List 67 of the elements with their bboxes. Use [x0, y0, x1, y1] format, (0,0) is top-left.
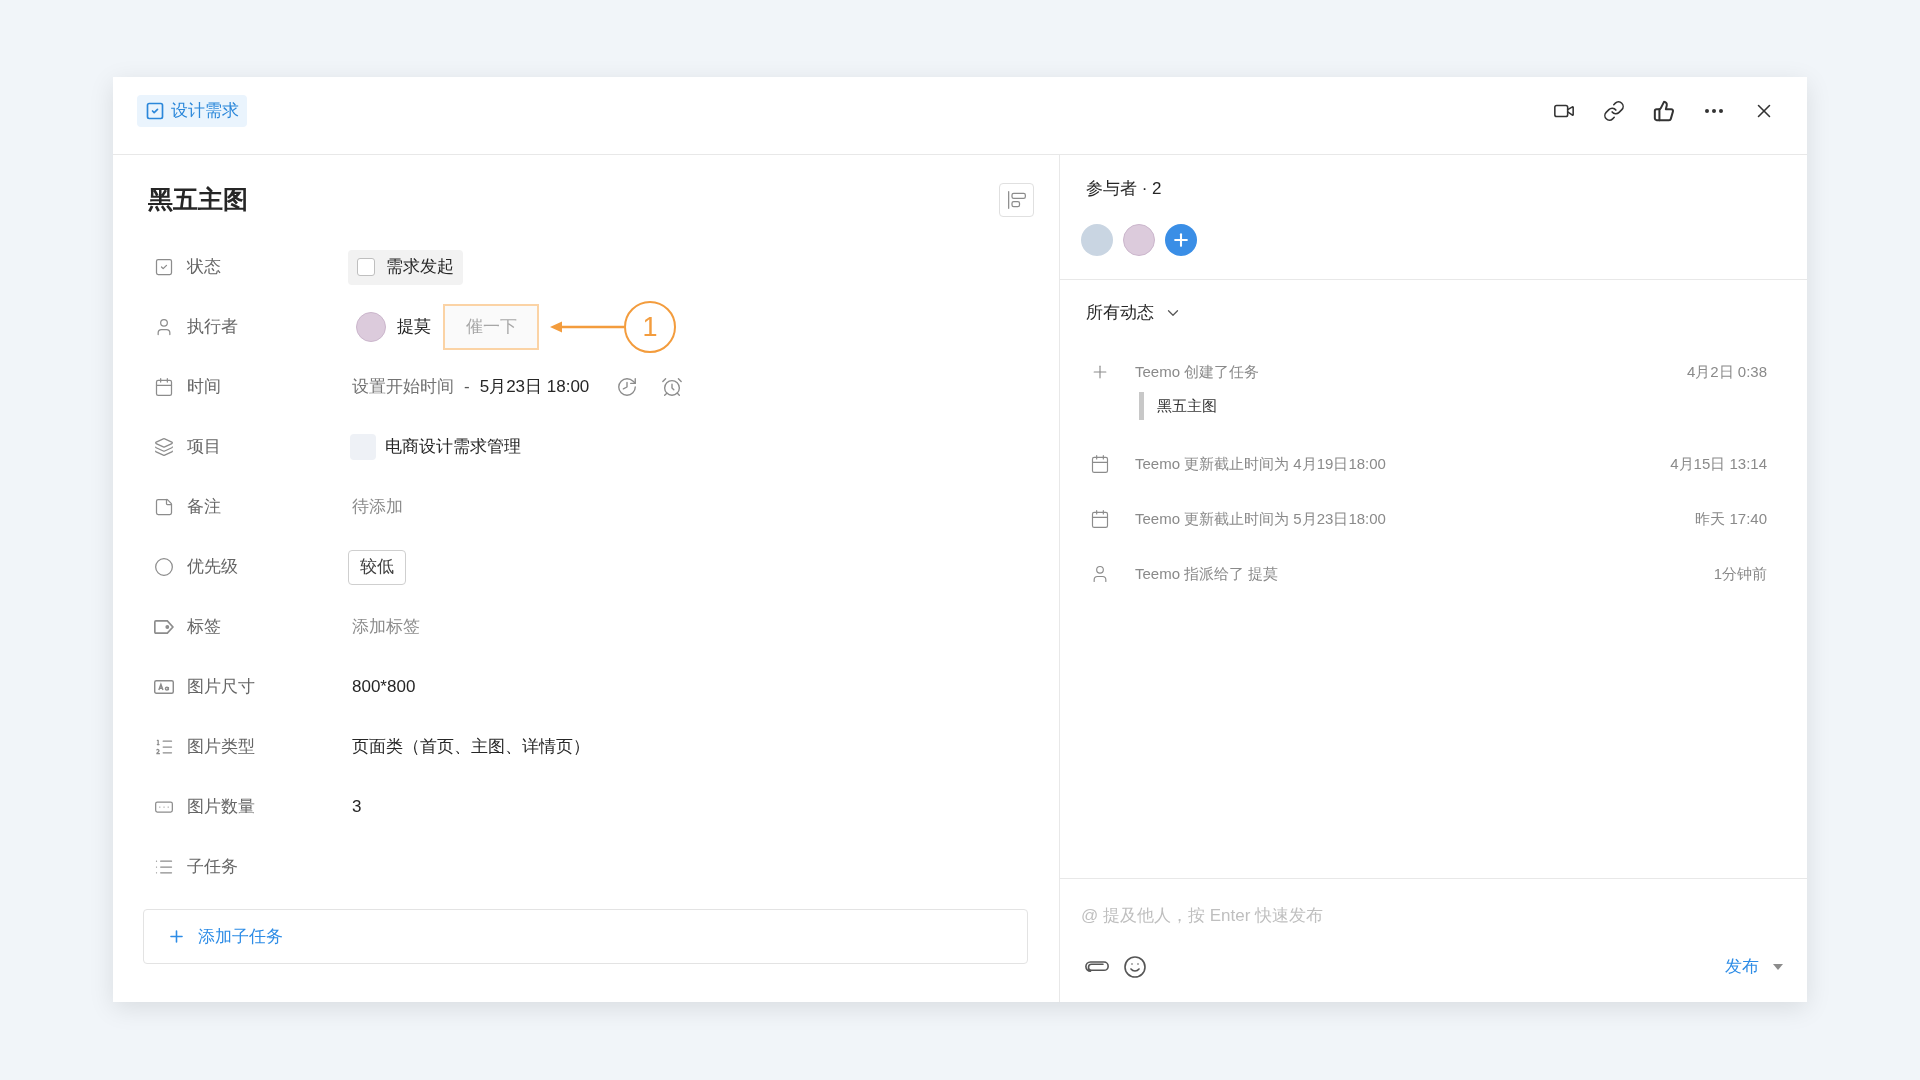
activity-time: 1分钟前 — [1713, 563, 1767, 584]
field-label: 项目 — [187, 436, 222, 459]
participants-title: 参与者 · 2 — [1086, 178, 1162, 201]
comment-input[interactable]: @ 提及他人，按 Enter 快速发布 — [1081, 901, 1786, 931]
add-participant-button[interactable] — [1165, 224, 1197, 256]
layout-button[interactable] — [999, 183, 1034, 217]
project-name[interactable]: 电商设计需求管理 — [385, 434, 521, 460]
add-subtask-button[interactable]: 添加子任务 — [143, 909, 1028, 964]
field-label: 子任务 — [187, 856, 239, 879]
assignee-name: 提莫 — [397, 316, 431, 339]
field-label: 图片尺寸 — [187, 676, 256, 699]
quoted-task-title: 黑五主图 — [1139, 392, 1217, 420]
time-separator: - — [464, 376, 470, 399]
alarm-clock-icon[interactable] — [661, 376, 684, 398]
field-label: 时间 — [187, 376, 222, 399]
field-label: 图片数量 — [187, 796, 256, 819]
due-time[interactable]: 5月23日 18:00 — [479, 374, 590, 400]
field-placeholder[interactable]: 添加标签 — [348, 614, 420, 640]
field-label: 执行者 — [187, 316, 239, 339]
start-time-placeholder[interactable]: 设置开始时间 — [352, 374, 454, 400]
calendar-icon — [154, 377, 174, 397]
activity-time: 4月2日 0:38 — [1686, 361, 1767, 382]
activity-text: Teemo 更新截止时间为 4月19日18:00 — [1135, 453, 1386, 474]
field-label: 备注 — [187, 496, 222, 519]
link-icon — [1603, 100, 1625, 122]
status-button[interactable]: 需求发起 — [348, 249, 463, 285]
plus-icon — [1171, 230, 1191, 250]
more-icon — [1705, 109, 1723, 113]
priority-button[interactable]: 较低 — [348, 549, 406, 585]
plus-icon — [167, 927, 186, 946]
field-label: 标签 — [187, 616, 222, 639]
activity-time: 4月15日 13:14 — [1670, 453, 1767, 474]
activity-text: Teemo 创建了任务 — [1135, 361, 1260, 382]
activity-text: Teemo 更新截止时间为 5月23日18:00 — [1135, 508, 1386, 529]
activity-filter-dropdown[interactable]: 所有动态 — [1086, 301, 1182, 325]
field-placeholder[interactable]: 待添加 — [348, 494, 403, 520]
tag-icon — [154, 620, 174, 634]
publish-button[interactable]: 发布 — [1725, 954, 1759, 980]
check-square-icon — [145, 101, 165, 121]
smile-icon[interactable] — [1123, 954, 1147, 979]
field-value: 3 — [351, 796, 362, 819]
callout-number: 1 — [624, 301, 676, 353]
note-icon — [154, 497, 174, 517]
numbered-list-icon — [154, 737, 174, 757]
field-label: 状态 — [187, 256, 222, 279]
field-label: 优先级 — [187, 556, 239, 579]
field-value: 800*800 — [351, 676, 416, 699]
field-label: 图片类型 — [187, 736, 256, 759]
text-box-icon — [154, 680, 174, 694]
field-value: 页面类（首页、主图、详情页） — [351, 736, 590, 759]
layers-icon — [154, 437, 174, 457]
calendar-icon — [1090, 509, 1110, 529]
calendar-icon — [1090, 454, 1110, 474]
clock-arrow-icon[interactable] — [616, 376, 639, 398]
caret-icon[interactable] — [1773, 963, 1783, 970]
activity-text: Teemo 指派给了 提莫 — [1135, 563, 1279, 584]
circle-icon — [154, 557, 174, 577]
check-square-icon — [154, 257, 174, 277]
avatar — [356, 312, 386, 342]
task-title[interactable]: 黑五主图 — [148, 181, 248, 219]
paperclip-icon[interactable] — [1085, 960, 1109, 974]
avatar[interactable] — [1123, 224, 1155, 256]
checkbox[interactable] — [357, 258, 375, 276]
align-left-icon — [1006, 190, 1027, 210]
activity-time: 昨天 17:40 — [1695, 508, 1767, 529]
task-type-button[interactable]: 设计需求 — [137, 95, 247, 127]
thumbs-up-icon — [1653, 100, 1675, 122]
